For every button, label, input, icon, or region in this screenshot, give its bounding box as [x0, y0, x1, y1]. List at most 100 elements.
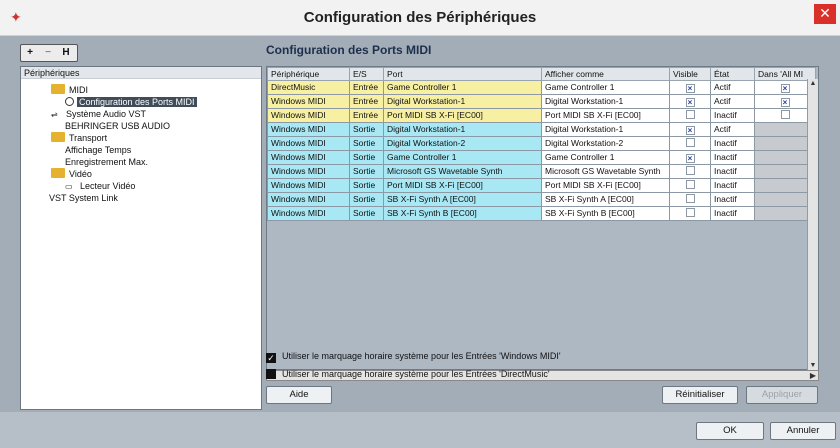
cancel-button[interactable]: Annuler: [770, 422, 836, 440]
table-row[interactable]: Windows MIDI Entrée Port MIDI SB X-Fi [EC0…: [267, 108, 816, 123]
all-midi-checkbox[interactable]: [780, 110, 790, 119]
option-windows-midi-timestamp[interactable]: ✓ Utiliser le marquage horaire système po…: [266, 349, 561, 363]
tree-item-transport[interactable]: Transport: [51, 132, 107, 144]
cell-visible: [669, 178, 711, 193]
column-header-visible[interactable]: Visible: [669, 67, 711, 81]
option-directmusic-timestamp[interactable]: Utiliser le marquage horaire système pou…: [266, 367, 550, 381]
midi-ports-table: Périphérique E/S Port Afficher comme Vis…: [266, 66, 819, 371]
table-header-row: Périphérique E/S Port Afficher comme Vis…: [267, 67, 816, 81]
tree-item-time-display[interactable]: Affichage Temps: [65, 144, 131, 156]
close-button[interactable]: ✕: [814, 4, 836, 24]
cell-state: Inactif: [710, 108, 755, 123]
cell-visible: ×: [669, 150, 711, 165]
directmusic-timestamp-checkbox[interactable]: [266, 369, 276, 379]
tree-item-midi-ports[interactable]: Configuration des Ports MIDI: [65, 96, 197, 108]
visible-checkbox[interactable]: [685, 166, 695, 175]
cell-state: Inactif: [710, 178, 755, 193]
column-header-display[interactable]: Afficher comme: [541, 67, 670, 81]
remove-device-button[interactable]: −: [39, 45, 57, 61]
cell-display[interactable]: SB X-Fi Synth B [EC00]: [541, 206, 670, 221]
cell-port: Game Controller 1: [383, 150, 542, 165]
cell-io: Entrée: [349, 94, 384, 109]
cell-io: Sortie: [349, 136, 384, 151]
cell-visible: [669, 206, 711, 221]
visible-checkbox[interactable]: ×: [685, 98, 695, 107]
cell-io: Sortie: [349, 206, 384, 221]
vertical-scrollbar[interactable]: ▲ ▼: [807, 79, 818, 371]
reset-device-button[interactable]: H: [57, 45, 75, 61]
cell-display[interactable]: Digital Workstation-1: [541, 122, 670, 137]
visible-checkbox[interactable]: [685, 138, 695, 147]
table-row[interactable]: Windows MIDI Sortie Port MIDI SB X-Fi [EC0…: [267, 178, 816, 193]
table-row[interactable]: Windows MIDI Sortie SB X-Fi Synth A [EC00]…: [267, 192, 816, 207]
cell-port: SB X-Fi Synth A [EC00]: [383, 192, 542, 207]
cell-port: SB X-Fi Synth B [EC00]: [383, 206, 542, 221]
footer-bar: OK Annuler: [0, 412, 840, 448]
cell-io: Sortie: [349, 192, 384, 207]
tree-item-vst-system-link[interactable]: VST System Link: [49, 192, 118, 204]
cell-display[interactable]: Digital Workstation-1: [541, 94, 670, 109]
tree-item-video-player[interactable]: ▭ Lecteur Vidéo: [65, 180, 135, 192]
visible-checkbox[interactable]: ×: [685, 154, 695, 163]
cell-port: Digital Workstation-2: [383, 136, 542, 151]
scroll-up-icon[interactable]: ▲: [808, 79, 818, 89]
cell-state: Inactif: [710, 206, 755, 221]
add-device-button[interactable]: +: [21, 45, 39, 61]
visible-checkbox[interactable]: [685, 180, 695, 189]
cell-display[interactable]: SB X-Fi Synth A [EC00]: [541, 192, 670, 207]
table-row[interactable]: Windows MIDI Sortie Digital Workstation-1 D…: [267, 122, 816, 137]
table-row[interactable]: Windows MIDI Sortie Game Controller 1 Game …: [267, 150, 816, 165]
cell-state: Actif: [710, 94, 755, 109]
table-row[interactable]: Windows MIDI Sortie SB X-Fi Synth B [EC00]…: [267, 206, 816, 221]
cell-display[interactable]: Game Controller 1: [541, 80, 670, 95]
cell-io: Entrée: [349, 108, 384, 123]
all-midi-checkbox[interactable]: ×: [780, 98, 790, 107]
reset-button[interactable]: Réinitialiser: [662, 386, 738, 404]
tree-item-behringer[interactable]: BEHRINGER USB AUDIO: [65, 120, 170, 132]
column-header-io[interactable]: E/S: [349, 67, 384, 81]
help-button[interactable]: Aide: [266, 386, 332, 404]
cell-port: Digital Workstation-1: [383, 122, 542, 137]
visible-checkbox[interactable]: [685, 110, 695, 119]
cell-display[interactable]: Port MIDI SB X-Fi [EC00]: [541, 108, 670, 123]
cell-display[interactable]: Game Controller 1: [541, 150, 670, 165]
tree-header: Périphériques: [21, 67, 261, 79]
cell-port: Digital Workstation-1: [383, 94, 542, 109]
visible-checkbox[interactable]: [685, 208, 695, 217]
cell-display[interactable]: Port MIDI SB X-Fi [EC00]: [541, 178, 670, 193]
cell-display[interactable]: Microsoft GS Wavetable Synth: [541, 164, 670, 179]
column-header-port[interactable]: Port: [383, 67, 542, 81]
cell-visible: [669, 136, 711, 151]
table-row[interactable]: Windows MIDI Sortie Microsoft GS Wavetable…: [267, 164, 816, 179]
column-header-device[interactable]: Périphérique: [267, 67, 350, 81]
tree-item-midi[interactable]: MIDI: [51, 84, 88, 96]
table-row[interactable]: Windows MIDI Entrée Digital Workstation-1 D…: [267, 94, 816, 109]
cell-device: Windows MIDI: [267, 178, 350, 193]
windows-midi-timestamp-checkbox[interactable]: ✓: [266, 353, 276, 363]
cell-port: Port MIDI SB X-Fi [EC00]: [383, 178, 542, 193]
cell-display[interactable]: Digital Workstation-2: [541, 136, 670, 151]
cell-io: Entrée: [349, 80, 384, 95]
all-midi-checkbox[interactable]: ×: [780, 84, 790, 93]
table-row[interactable]: DirectMusic Entrée Game Controller 1 Game C…: [267, 80, 816, 95]
cell-visible: [669, 164, 711, 179]
column-header-state[interactable]: État: [710, 67, 755, 81]
cell-visible: ×: [669, 80, 711, 95]
visible-checkbox[interactable]: [685, 194, 695, 203]
apply-button[interactable]: Appliquer: [746, 386, 818, 404]
ok-button[interactable]: OK: [696, 422, 764, 440]
table-row[interactable]: Windows MIDI Sortie Digital Workstation-2 D…: [267, 136, 816, 151]
tree-item-record-max[interactable]: Enregistrement Max.: [65, 156, 148, 168]
folder-icon: [51, 84, 65, 94]
cell-visible: ×: [669, 122, 711, 137]
tree-item-vst-audio[interactable]: ⇌ Système Audio VST: [51, 108, 146, 120]
cell-device: Windows MIDI: [267, 192, 350, 207]
dialog-body: + − H Périphériques MIDI Configuration des…: [0, 36, 840, 448]
cell-port: Port MIDI SB X-Fi [EC00]: [383, 108, 542, 123]
scroll-right-icon[interactable]: ▶: [808, 371, 818, 381]
visible-checkbox[interactable]: ×: [685, 126, 695, 135]
cell-device: Windows MIDI: [267, 108, 350, 123]
cell-io: Sortie: [349, 178, 384, 193]
visible-checkbox[interactable]: ×: [685, 84, 695, 93]
tree-item-video[interactable]: Vidéo: [51, 168, 92, 180]
